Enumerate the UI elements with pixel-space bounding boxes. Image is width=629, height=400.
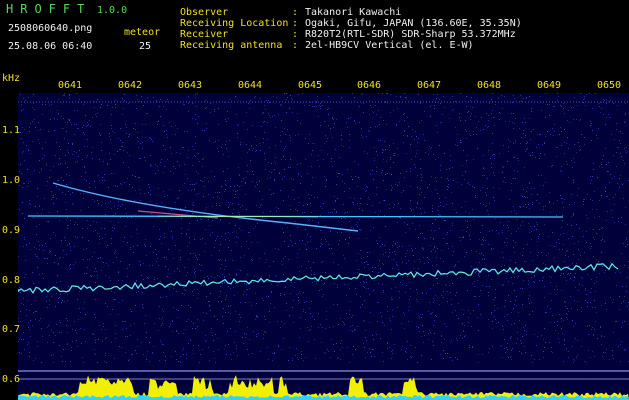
spectrogram-plot bbox=[18, 93, 629, 400]
x-tick-label: 0641 bbox=[58, 80, 83, 91]
info-sep-location: : bbox=[292, 18, 299, 29]
info-sep-observer: : bbox=[292, 7, 299, 18]
version-label: 1.0.0 bbox=[97, 5, 128, 16]
info-value-receiver: R820T2(RTL-SDR) SDR-Sharp 53.372MHz bbox=[305, 29, 516, 40]
x-tick-label: 0646 bbox=[357, 80, 382, 91]
info-sep-receiver: : bbox=[292, 29, 299, 40]
app-title: HROFFT bbox=[6, 2, 92, 16]
timestamp-label: 25.08.06 06:40 bbox=[8, 41, 93, 52]
info-value-antenna: 2el-HB9CV Vertical (el. E-W) bbox=[305, 40, 474, 51]
meteor-echo-trace bbox=[52, 182, 359, 232]
y-tick-label: 0.6 bbox=[2, 374, 21, 385]
y-tick-label: 1.0 bbox=[2, 175, 21, 186]
meteor-label: meteor bbox=[124, 27, 161, 38]
x-tick-label: 0649 bbox=[537, 80, 562, 91]
y-axis-unit: kHz bbox=[2, 73, 21, 84]
carrier-trace bbox=[18, 262, 619, 295]
x-tick-label: 0647 bbox=[417, 80, 442, 91]
info-value-location: Ogaki, Gifu, JAPAN (136.60E, 35.35N) bbox=[305, 18, 522, 29]
y-tick-label: 1.1 bbox=[2, 125, 21, 136]
meteor-count: 25 bbox=[139, 41, 152, 52]
x-tick-label: 0648 bbox=[477, 80, 502, 91]
info-label-observer: Observer bbox=[180, 7, 229, 18]
x-tick-label: 0644 bbox=[238, 80, 263, 91]
info-sep-antenna: : bbox=[292, 40, 299, 51]
info-label-antenna: Receiving antenna bbox=[180, 40, 283, 51]
noise-speckle-bright bbox=[19, 93, 629, 363]
x-tick-label: 0643 bbox=[178, 80, 203, 91]
x-tick-label: 0642 bbox=[118, 80, 143, 91]
info-value-observer: Takanori Kawachi bbox=[305, 7, 402, 18]
y-tick-label: 0.8 bbox=[2, 275, 21, 286]
x-tick-label: 0650 bbox=[597, 80, 622, 91]
y-tick-label: 0.7 bbox=[2, 324, 21, 335]
y-tick-label: 0.9 bbox=[2, 225, 21, 236]
x-tick-label: 0645 bbox=[298, 80, 323, 91]
spectrogram-canvas bbox=[18, 93, 629, 400]
info-label-location: Receiving Location bbox=[180, 18, 289, 29]
info-label-receiver: Receiver bbox=[180, 29, 229, 40]
filename-label: 2508060640.png bbox=[8, 23, 93, 34]
